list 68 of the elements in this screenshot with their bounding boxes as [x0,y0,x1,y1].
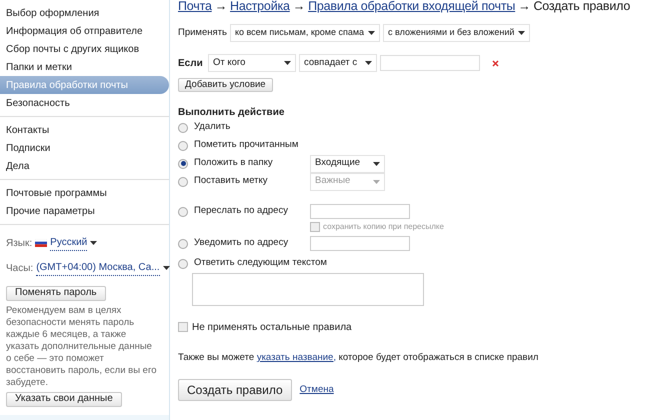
caret-icon [373,162,380,166]
details-button[interactable]: Указать свои данные [6,392,122,406]
language-label: Язык: [6,236,32,250]
attachments-select[interactable]: с вложениями и без вложений [383,24,530,42]
checkbox-label: сохранить копию при пересылке [323,220,444,232]
sidebar-item[interactable]: Дела [0,157,169,175]
sidebar-item[interactable]: Контакты [0,121,169,139]
checkbox[interactable] [310,222,320,232]
breadcrumb-separator: → [518,0,530,16]
caret-icon [368,31,376,35]
action-label: Уведомить по адресу [194,236,288,250]
action-label: Удалить [194,120,230,134]
sidebar-item[interactable]: Выбор оформления [0,4,169,22]
breadcrumb-separator: → [214,0,228,16]
sidebar-item[interactable]: Папки и метки [0,58,169,76]
reply-text-area[interactable] [192,272,424,306]
radio-button[interactable] [178,258,188,268]
action-label: Положить в папку [194,156,273,170]
flag-icon [35,239,48,247]
caret-icon [365,61,372,65]
sidebar-item[interactable]: Безопасность [0,94,169,112]
caret-icon [162,266,170,270]
caret-icon [90,241,98,245]
if-label: Если [178,56,204,70]
operator-select[interactable]: совпадает с [299,54,377,72]
sidebar-item[interactable]: Подписки [0,139,169,157]
create-rule-button[interactable]: Создать правило [178,378,292,401]
sidebar-item[interactable]: Информация об отправителе [0,22,169,40]
cancel-link[interactable]: Отмена [300,382,334,397]
checkbox[interactable] [178,322,188,332]
sidebar-item[interactable]: Сбор почты с других ящиков [0,40,169,58]
caret-icon [373,180,380,184]
radio-button[interactable] [178,122,188,132]
action-label: Поставить метку [194,174,268,188]
field-select[interactable]: От кого [208,54,296,72]
timezone-link[interactable]: (GMT+04:00) Москва, Са... [36,260,160,276]
sidebar-item[interactable]: Прочие параметры [0,202,169,220]
input-field[interactable] [310,236,410,251]
language-link[interactable]: Русский [50,235,88,251]
name-link[interactable]: указать название, [256,352,336,362]
radio-button[interactable] [178,158,188,168]
clock-label: Часы: [6,262,34,276]
input-field[interactable] [310,204,410,219]
breadcrumb-link[interactable]: Почта [178,0,212,16]
page-title: Создать правило [533,0,630,16]
breadcrumb-separator: → [292,0,306,16]
breadcrumb-link[interactable]: Настройка [230,0,290,16]
action-label: Переслать по адресу [194,204,288,218]
scope-select[interactable]: ко всем письмам, кроме спама [230,24,380,42]
name-hint: Также вы можете указать название, которое будет отображаться в списке правил [178,350,540,364]
checkbox-label: Не применять остальные правила [192,320,352,334]
action-select[interactable]: Входящие [310,154,385,172]
radio-button[interactable] [178,238,188,248]
radio-button[interactable] [178,206,188,216]
action-label: Ответить следующим текстом [194,256,327,270]
remove-icon[interactable] [492,60,499,66]
input-field[interactable] [380,55,480,71]
action-label: Пометить прочитанным [194,138,298,152]
breadcrumb-link[interactable]: Правила обработки входящей почты [308,0,516,16]
security-advice: Рекомендуем вам в целях безопасности менять пароль каждые 6 месяцев, а также указать дополнительные данные о себе — это поможет восстановить пароль, если вы его забудете. [6,304,158,388]
sidebar-item[interactable]: Почтовые программы [0,184,169,202]
caret-icon [518,31,526,35]
change-password-button[interactable]: Поменять пароль [6,286,106,300]
add-condition-button[interactable]: Добавить условие [178,78,273,92]
radio-button[interactable] [178,140,188,150]
apply-label: Применять [178,26,227,40]
section-title: Выполнить действие [178,106,286,118]
caret-icon [284,61,291,65]
